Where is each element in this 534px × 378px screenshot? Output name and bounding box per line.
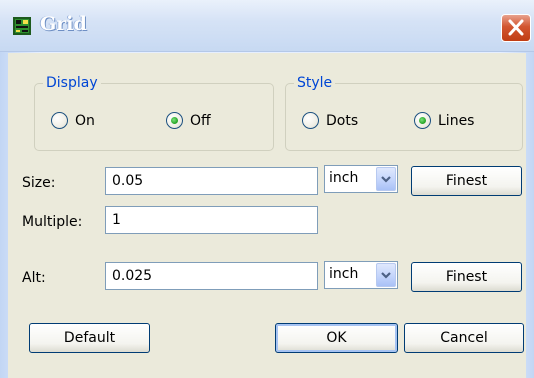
close-button[interactable] xyxy=(501,14,531,42)
chevron-down-icon[interactable] xyxy=(376,167,396,191)
radio-unchecked-icon xyxy=(302,112,319,129)
display-on-radio[interactable]: On xyxy=(51,112,95,129)
display-on-label: On xyxy=(75,112,95,129)
size-finest-button[interactable]: Finest xyxy=(411,166,522,196)
title-bar[interactable]: Grid xyxy=(0,0,534,52)
size-unit-value: inch xyxy=(329,170,359,186)
style-groupbox: Style Dots Lines xyxy=(285,74,523,151)
style-dots-radio[interactable]: Dots xyxy=(302,112,358,129)
radio-checked-icon xyxy=(166,112,183,129)
style-lines-label: Lines xyxy=(438,112,475,129)
style-dots-label: Dots xyxy=(326,112,359,129)
size-label: Size: xyxy=(22,175,56,191)
display-legend: Display xyxy=(43,74,101,92)
default-button[interactable]: Default xyxy=(29,323,150,353)
style-lines-radio[interactable]: Lines xyxy=(414,112,474,129)
alt-input[interactable]: 0.025 xyxy=(105,262,318,290)
radio-checked-icon xyxy=(414,112,431,129)
size-input[interactable]: 0.05 xyxy=(105,167,318,195)
display-off-label: Off xyxy=(190,112,211,129)
dialog-client-area: Display On Off Style Dots Lines Size: 0.… xyxy=(8,53,526,378)
chevron-down-icon[interactable] xyxy=(376,263,396,287)
multiple-label: Multiple: xyxy=(22,214,83,230)
radio-unchecked-icon xyxy=(51,112,68,129)
cancel-button[interactable]: Cancel xyxy=(404,323,524,353)
size-unit-select[interactable]: inch xyxy=(324,165,398,193)
alt-finest-button[interactable]: Finest xyxy=(411,262,522,292)
window-title: Grid xyxy=(40,13,87,35)
pcb-grid-icon xyxy=(12,16,32,36)
ok-button[interactable]: OK xyxy=(275,323,398,353)
style-legend: Style xyxy=(294,74,336,92)
display-off-radio[interactable]: Off xyxy=(166,112,211,129)
alt-unit-value: inch xyxy=(329,266,359,282)
alt-unit-select[interactable]: inch xyxy=(324,261,398,289)
multiple-input[interactable]: 1 xyxy=(105,206,318,234)
display-groupbox: Display On Off xyxy=(34,74,274,151)
alt-label: Alt: xyxy=(22,270,46,286)
grid-dialog-window: Grid Display On Off Style Dots Lines Siz… xyxy=(0,0,534,378)
